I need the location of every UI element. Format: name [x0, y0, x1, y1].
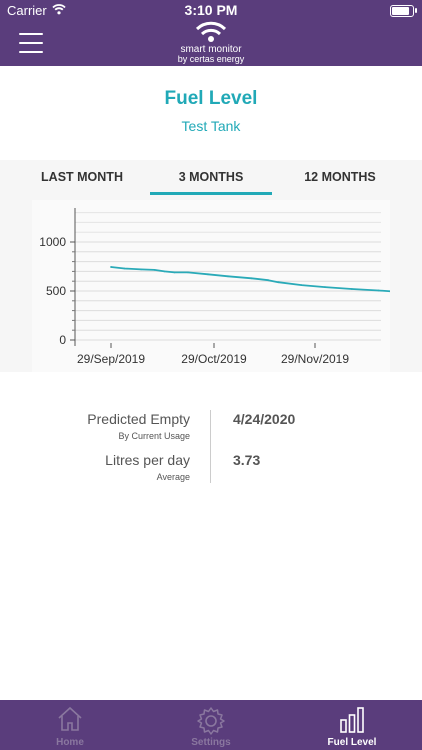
- x-tick-label: 29/Nov/2019: [281, 352, 349, 366]
- litres-per-day-value: 3.73: [233, 452, 261, 468]
- data-point: [187, 271, 189, 274]
- fuel-level-series-line: [110, 266, 390, 293]
- menu-line: [19, 51, 43, 53]
- data-point: [163, 270, 166, 273]
- tank-name: Test Tank: [181, 118, 241, 134]
- data-point: [227, 275, 229, 278]
- page-title: Fuel Level: [164, 88, 258, 109]
- fuel-level-chart: 0 500 1000 29/Sep/2019 29/Oct/2019 29/Nov/201…: [32, 200, 390, 372]
- y-tick-label: 0: [59, 333, 66, 347]
- menu-button[interactable]: [19, 33, 43, 53]
- logo-line-2: by certas energy: [177, 54, 245, 64]
- x-tick-label: 29/Sep/2019: [77, 352, 145, 366]
- litres-per-day-sublabel: Average: [156, 472, 190, 482]
- selected-tab-indicator: [150, 192, 272, 195]
- battery-tip: [415, 8, 417, 13]
- data-point: [173, 271, 176, 274]
- bar-chart-icon: [282, 706, 422, 739]
- data-point: [277, 281, 280, 284]
- x-tick-label: 29/Oct/2019: [181, 352, 247, 366]
- data-point: [350, 288, 353, 290]
- clock: 3:10 PM: [184, 2, 238, 18]
- tab-3-months[interactable]: 3 MONTHS: [150, 170, 272, 200]
- bottom-tab-bar: Home Settings Fuel Level: [0, 700, 422, 750]
- data-point: [123, 267, 126, 270]
- bottom-tab-home[interactable]: Home: [0, 700, 140, 750]
- menu-line: [19, 33, 43, 35]
- predicted-empty-label: Predicted Empty: [87, 411, 190, 427]
- bottom-tab-fuel-level-label: Fuel Level: [327, 737, 377, 748]
- app-logo: smart monitor by certas energy: [150, 20, 272, 66]
- data-point: [110, 266, 112, 268]
- fuel-level-chart-svg: 0 500 1000 29/Sep/2019 29/Oct/2019 29/Nov/201…: [39, 208, 390, 366]
- data-point: [377, 289, 380, 292]
- status-bar: Carrier 3:10 PM: [0, 0, 422, 20]
- menu-line: [19, 42, 43, 44]
- y-tick-label: 1000: [39, 235, 66, 249]
- battery-icon: [390, 5, 414, 17]
- tab-12-months[interactable]: 12 MONTHS: [272, 170, 408, 200]
- bottom-tab-home-label: Home: [56, 737, 84, 748]
- bottom-tab-fuel-level[interactable]: Fuel Level: [282, 700, 422, 750]
- data-point: [300, 284, 303, 286]
- data-point: [207, 273, 209, 276]
- data-point: [140, 268, 142, 271]
- nav-bar: smart monitor by certas energy: [0, 20, 422, 66]
- data-point: [267, 279, 270, 282]
- gear-icon: [141, 706, 281, 741]
- bottom-tab-settings[interactable]: Settings: [141, 700, 281, 750]
- tab-last-month[interactable]: LAST MONTH: [14, 170, 150, 200]
- stats-divider: [210, 410, 211, 483]
- data-point: [324, 286, 326, 288]
- bottom-tab-settings-label: Settings: [191, 737, 231, 748]
- predicted-empty-sublabel: By Current Usage: [118, 431, 190, 441]
- home-icon: [0, 706, 140, 737]
- predicted-empty-value: 4/24/2020: [233, 411, 296, 427]
- y-tick-label: 500: [46, 284, 66, 298]
- litres-per-day-label: Litres per day: [105, 452, 190, 468]
- data-point: [250, 277, 253, 280]
- data-point: [153, 269, 156, 271]
